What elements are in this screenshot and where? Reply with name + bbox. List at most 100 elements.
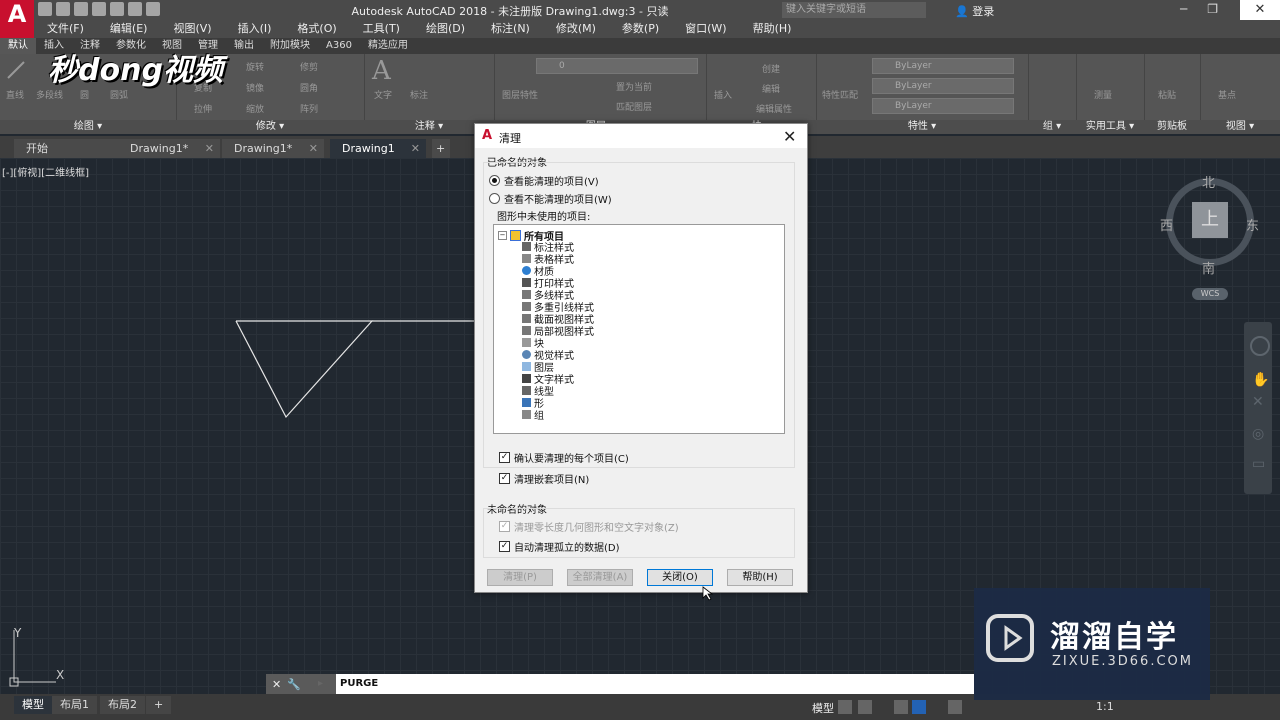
redo-icon[interactable] <box>146 2 160 16</box>
login-button[interactable]: 👤 登录 <box>955 3 994 19</box>
layer-set-current-label[interactable]: 置为当前 <box>616 80 652 93</box>
pan-icon[interactable]: ✋ <box>1252 372 1269 388</box>
panel-properties-label[interactable]: 特性 ▾ <box>816 120 1028 134</box>
orbit-icon[interactable]: ◎ <box>1252 426 1264 442</box>
menu-tools[interactable]: 工具(T) <box>350 20 413 38</box>
panel-draw-label[interactable]: 绘图 ▾ <box>0 120 176 134</box>
showmotion-icon[interactable]: ▭ <box>1252 456 1265 472</box>
panel-modify-label[interactable]: 修改 ▾ <box>176 120 364 134</box>
plot-icon[interactable] <box>110 2 124 16</box>
close-button[interactable]: 关闭(O) <box>647 569 713 586</box>
radio-view-purgeable[interactable]: 查看能清理的项目(V) <box>489 173 599 188</box>
minimize-icon[interactable]: ─ <box>1180 2 1187 16</box>
linetype-dropdown[interactable]: ByLayer <box>872 78 1014 94</box>
layer-properties-label[interactable]: 图层特性 <box>502 88 538 101</box>
close-icon[interactable]: ✕ <box>205 139 214 158</box>
undo-icon[interactable] <box>128 2 142 16</box>
save-as-icon[interactable] <box>92 2 106 16</box>
new-tab-button[interactable]: + <box>432 139 450 158</box>
annotation-scale[interactable]: 1:1 <box>1096 700 1114 713</box>
utility-measure-label[interactable]: 测量 <box>1094 88 1112 101</box>
grid-icon[interactable] <box>838 700 852 714</box>
menu-window[interactable]: 窗口(W) <box>672 20 739 38</box>
orphan-data-checkbox[interactable]: ✓ 自动清理孤立的数据(D) <box>499 539 620 554</box>
block-edit-attributes-label[interactable]: 编辑属性 <box>756 102 792 115</box>
line-icon[interactable] <box>6 60 26 80</box>
text-tool-icon[interactable]: A <box>372 56 391 86</box>
doc-tab-drawing1-a[interactable]: Drawing1* ✕ <box>118 139 220 158</box>
menu-help[interactable]: 帮助(H) <box>740 20 805 38</box>
doc-tab-drawing1-active[interactable]: Drawing1 ✕ <box>330 139 426 158</box>
match-properties-label[interactable]: 特性匹配 <box>822 88 858 101</box>
navigation-bar[interactable]: ✋ ✕ ◎ ▭ <box>1244 322 1272 494</box>
compass-south[interactable]: 南 <box>1202 258 1215 277</box>
command-prompt-icon[interactable]: ▸ <box>318 678 323 689</box>
menu-insert[interactable]: 插入(I) <box>225 20 285 38</box>
compass-east[interactable]: 东 <box>1246 215 1259 234</box>
panel-view-label[interactable]: 视图 ▾ <box>1200 120 1280 134</box>
tab-a360[interactable]: A360 <box>318 38 360 54</box>
modify-trim-label[interactable]: 修剪 <box>300 60 318 73</box>
view-basepoint-label[interactable]: 基点 <box>1218 88 1236 101</box>
modify-scale-label[interactable]: 缩放 <box>246 102 264 115</box>
close-icon[interactable]: ✕ <box>309 139 318 158</box>
modify-mirror-label[interactable]: 镜像 <box>246 81 264 94</box>
block-create-label[interactable]: 创建 <box>762 62 780 75</box>
unused-items-tree[interactable]: − 所有项目 标注样式 表格样式 材质 打印样式 多线样式 多重引线样式 截面视… <box>493 224 785 434</box>
block-insert-label[interactable]: 插入 <box>714 88 732 101</box>
menu-file[interactable]: 文件(F) <box>34 20 97 38</box>
autocad-logo-icon[interactable]: A <box>0 0 34 40</box>
layer-dropdown[interactable]: 0 <box>536 58 698 74</box>
modify-array-label[interactable]: 阵列 <box>300 102 318 115</box>
menu-format[interactable]: 格式(O) <box>284 20 349 38</box>
dialog-titlebar[interactable] <box>475 124 807 148</box>
lineweight-dropdown[interactable]: ByLayer <box>872 98 1014 114</box>
menu-view[interactable]: 视图(V) <box>160 20 224 38</box>
osnap-icon[interactable] <box>948 700 962 714</box>
open-file-icon[interactable] <box>56 2 70 16</box>
panel-utilities-label[interactable]: 实用工具 ▾ <box>1076 120 1144 134</box>
purge-button[interactable]: 清理(P) <box>487 569 553 586</box>
save-icon[interactable] <box>74 2 88 16</box>
panel-clipboard-label[interactable]: 剪贴板 <box>1144 120 1200 134</box>
zero-length-checkbox[interactable]: ✓ 清理零长度几何图形和空文字对象(Z) <box>499 519 679 534</box>
steering-wheel-icon[interactable] <box>1250 336 1270 356</box>
tab-output[interactable]: 输出 <box>226 38 262 54</box>
menu-dimension[interactable]: 标注(N) <box>478 20 543 38</box>
help-button[interactable]: 帮助(H) <box>727 569 793 586</box>
modify-stretch-label[interactable]: 拉伸 <box>194 102 212 115</box>
modify-rotate-label[interactable]: 旋转 <box>246 60 264 73</box>
tree-item-group[interactable]: 组 <box>522 407 544 422</box>
window-close-icon[interactable]: ✕ <box>1240 0 1280 20</box>
tab-addins[interactable]: 附加模块 <box>262 38 318 54</box>
restore-icon[interactable]: ❐ <box>1207 2 1218 16</box>
wrench-icon[interactable]: 🔧 <box>287 678 301 691</box>
collapse-icon[interactable]: − <box>498 231 507 240</box>
status-model-space[interactable]: 模型 <box>812 700 834 716</box>
layer-match-label[interactable]: 匹配图层 <box>616 100 652 113</box>
doc-tab-start[interactable]: 开始 <box>14 139 118 158</box>
clipboard-paste-label[interactable]: 粘贴 <box>1158 88 1176 101</box>
panel-groups-label[interactable]: 组 ▾ <box>1028 120 1076 134</box>
layout-tab-layout1[interactable]: 布局1 <box>52 696 97 714</box>
layout-tab-layout2[interactable]: 布局2 <box>100 696 145 714</box>
zoom-icon[interactable]: ✕ <box>1252 394 1264 410</box>
close-icon[interactable]: ✕ <box>272 678 281 691</box>
block-edit-label[interactable]: 编辑 <box>762 82 780 95</box>
confirm-each-checkbox[interactable]: ✓ 确认要清理的每个项目(C) <box>499 450 629 465</box>
dialog-close-icon[interactable]: ✕ <box>783 127 796 146</box>
purge-nested-checkbox[interactable]: ✓ 清理嵌套项目(N) <box>499 471 589 486</box>
tab-featured-apps[interactable]: 精选应用 <box>360 38 416 54</box>
menu-edit[interactable]: 编辑(E) <box>97 20 161 38</box>
search-input[interactable]: 键入关键字或短语 <box>782 2 926 18</box>
menu-draw[interactable]: 绘图(D) <box>413 20 478 38</box>
wcs-menu[interactable]: WCS <box>1192 288 1228 300</box>
compass-north[interactable]: 北 <box>1202 172 1215 191</box>
radio-view-nonpurgeable[interactable]: 查看不能清理的项目(W) <box>489 191 612 206</box>
new-file-icon[interactable] <box>38 2 52 16</box>
modify-fillet-label[interactable]: 圆角 <box>300 81 318 94</box>
color-dropdown[interactable]: ByLayer <box>872 58 1014 74</box>
doc-tab-drawing1-b[interactable]: Drawing1* ✕ <box>222 139 324 158</box>
ortho-icon[interactable] <box>894 700 908 714</box>
add-layout-button[interactable]: + <box>146 696 172 714</box>
